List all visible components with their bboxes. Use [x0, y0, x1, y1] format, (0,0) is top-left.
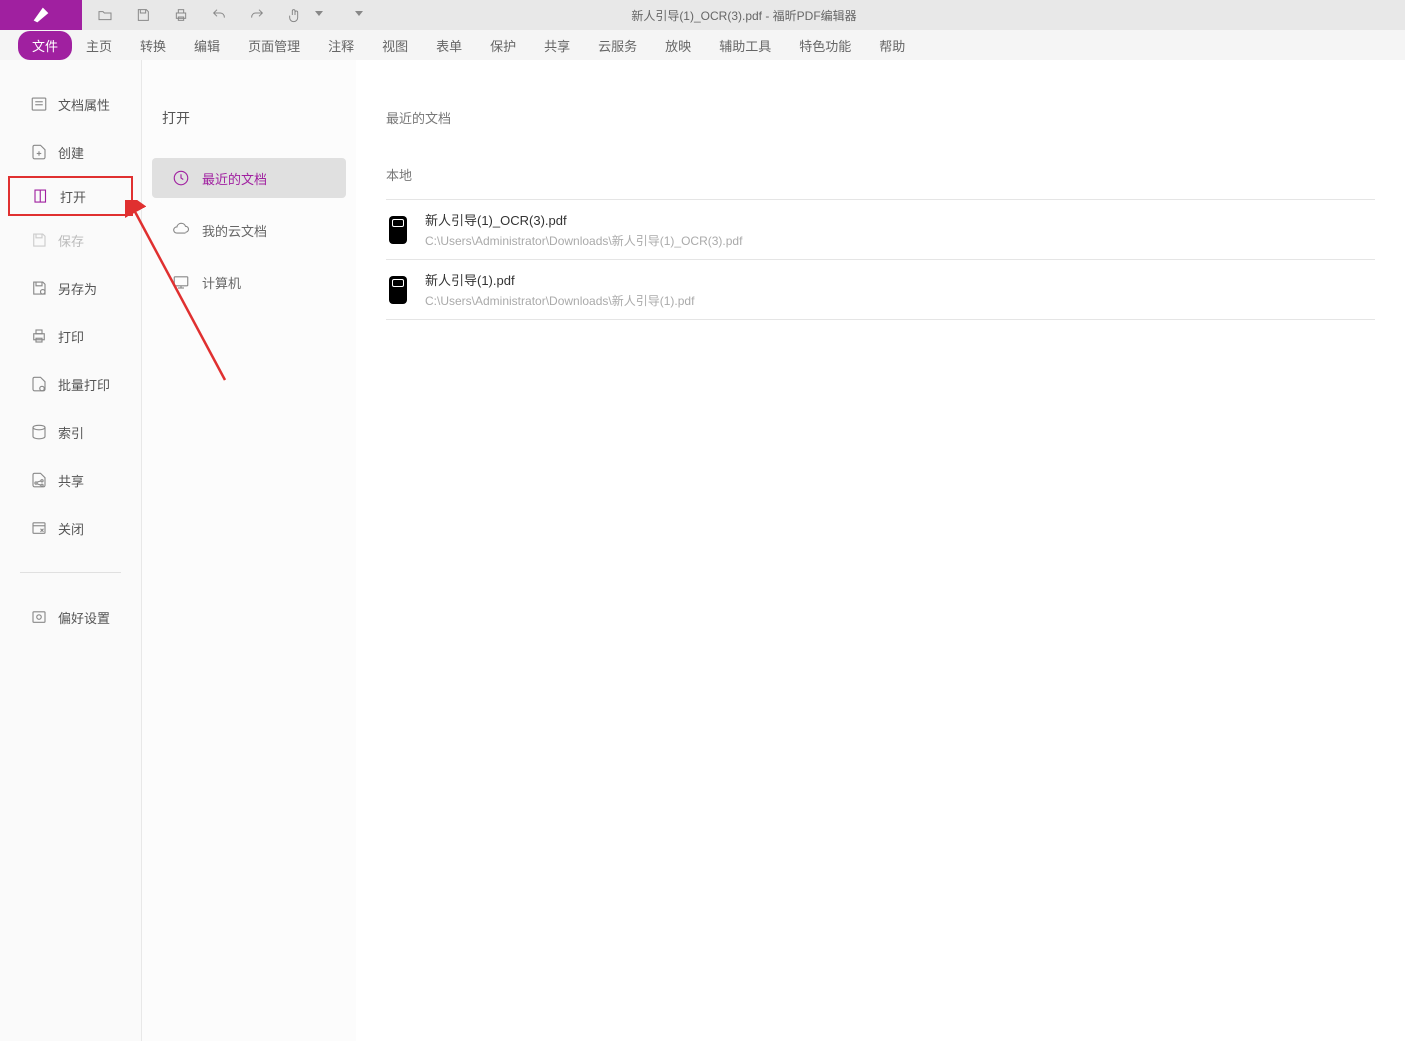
- sidebar-item-label: 打开: [60, 187, 86, 206]
- save-icon[interactable]: [135, 7, 151, 23]
- open-item-label: 我的云文档: [202, 221, 267, 240]
- open-item-label: 计算机: [202, 273, 241, 292]
- folder-open-icon[interactable]: [97, 7, 113, 23]
- sidebar-item-label: 批量打印: [58, 375, 110, 394]
- titlebar: 新人引导(1)_OCR(3).pdf - 福昕PDF编辑器: [0, 0, 1405, 30]
- document-info: 新人引导(1)_OCR(3).pdf C:\Users\Administrato…: [425, 210, 1375, 249]
- tab-home[interactable]: 主页: [72, 31, 126, 60]
- open-icon: [32, 187, 50, 205]
- create-icon: [30, 143, 48, 161]
- index-icon: [30, 423, 48, 441]
- properties-icon: [30, 95, 48, 113]
- tab-accessibility[interactable]: 辅助工具: [705, 31, 785, 60]
- ribbon-tabs: 文件 主页 转换 编辑 页面管理 注释 视图 表单 保护 共享 云服务 放映 辅…: [0, 30, 1405, 60]
- print-icon[interactable]: [173, 7, 189, 23]
- sidebar-item-label: 保存: [58, 231, 84, 250]
- tab-features[interactable]: 特色功能: [785, 31, 865, 60]
- open-panel-title: 打开: [142, 108, 356, 128]
- open-item-computer[interactable]: 计算机: [152, 262, 346, 302]
- sidebar-item-label: 偏好设置: [58, 608, 110, 627]
- sidebar-item-label: 索引: [58, 423, 84, 442]
- tab-present[interactable]: 放映: [651, 31, 705, 60]
- document-name: 新人引导(1)_OCR(3).pdf: [425, 210, 1375, 229]
- computer-icon: [172, 273, 190, 291]
- document-list-item[interactable]: 新人引导(1).pdf C:\Users\Administrator\Downl…: [386, 260, 1375, 320]
- print-menu-icon: [30, 327, 48, 345]
- tab-protect[interactable]: 保护: [476, 31, 530, 60]
- open-item-recent[interactable]: 最近的文档: [152, 158, 346, 198]
- sidebar-item-label: 创建: [58, 143, 84, 162]
- tab-form[interactable]: 表单: [422, 31, 476, 60]
- sidebar-item-preferences[interactable]: 偏好设置: [0, 593, 141, 641]
- tab-convert[interactable]: 转换: [126, 31, 180, 60]
- document-path: C:\Users\Administrator\Downloads\新人引导(1)…: [425, 232, 1375, 249]
- sidebar-item-print[interactable]: 打印: [0, 312, 141, 360]
- app-logo: [0, 0, 82, 30]
- sidebar-item-label: 文档属性: [58, 95, 110, 114]
- sidebar-item-label: 关闭: [58, 519, 84, 538]
- sidebar-item-share[interactable]: 共享: [0, 456, 141, 504]
- close-menu-icon: [30, 519, 48, 537]
- tab-share[interactable]: 共享: [530, 31, 584, 60]
- open-panel: 打开 最近的文档 我的云文档 计算机: [142, 60, 356, 1041]
- save-disabled-icon: [30, 231, 48, 249]
- document-name: 新人引导(1).pdf: [425, 270, 1375, 289]
- document-list-item[interactable]: 新人引导(1)_OCR(3).pdf C:\Users\Administrato…: [386, 200, 1375, 260]
- undo-icon[interactable]: [211, 7, 227, 23]
- sidebar-item-label: 共享: [58, 471, 84, 490]
- pdf-file-icon: [389, 276, 407, 304]
- tab-page-manage[interactable]: 页面管理: [234, 31, 314, 60]
- hand-dropdown-icon[interactable]: [315, 11, 323, 19]
- hand-icon[interactable]: [287, 7, 303, 23]
- document-path: C:\Users\Administrator\Downloads\新人引导(1)…: [425, 292, 1375, 309]
- file-sidebar: 文档属性 创建 打开 保存 另存为 打印 批量打印 索引: [0, 60, 142, 1041]
- sidebar-item-save: 保存: [0, 216, 141, 264]
- sidebar-item-properties[interactable]: 文档属性: [0, 80, 141, 128]
- sidebar-item-batchprint[interactable]: 批量打印: [0, 360, 141, 408]
- quick-access-toolbar: [82, 7, 363, 23]
- tab-annotate[interactable]: 注释: [314, 31, 368, 60]
- sidebar-item-saveas[interactable]: 另存为: [0, 264, 141, 312]
- open-item-label: 最近的文档: [202, 169, 267, 188]
- tab-edit[interactable]: 编辑: [180, 31, 234, 60]
- sidebar-item-close[interactable]: 关闭: [0, 504, 141, 552]
- sidebar-item-label: 打印: [58, 327, 84, 346]
- recent-docs-title: 最近的文档: [386, 108, 1375, 127]
- document-info: 新人引导(1).pdf C:\Users\Administrator\Downl…: [425, 270, 1375, 309]
- sidebar-item-index[interactable]: 索引: [0, 408, 141, 456]
- window-title: 新人引导(1)_OCR(3).pdf - 福昕PDF编辑器: [363, 7, 1405, 24]
- saveas-icon: [30, 279, 48, 297]
- batchprint-icon: [30, 375, 48, 393]
- clock-icon: [172, 169, 190, 187]
- content-area: 最近的文档 本地 新人引导(1)_OCR(3).pdf C:\Users\Adm…: [356, 60, 1405, 1041]
- tab-cloud[interactable]: 云服务: [584, 31, 651, 60]
- tab-view[interactable]: 视图: [368, 31, 422, 60]
- tab-help[interactable]: 帮助: [865, 31, 919, 60]
- sidebar-item-label: 另存为: [58, 279, 97, 298]
- tab-file[interactable]: 文件: [18, 31, 72, 60]
- redo-icon[interactable]: [249, 7, 265, 23]
- main-content: 文档属性 创建 打开 保存 另存为 打印 批量打印 索引: [0, 60, 1405, 1041]
- local-section-label: 本地: [386, 165, 1375, 184]
- sidebar-item-open[interactable]: 打开: [8, 176, 133, 216]
- cloud-icon: [172, 221, 190, 239]
- pdf-file-icon: [389, 216, 407, 244]
- qat-dropdown-icon[interactable]: [355, 11, 363, 19]
- document-list: 新人引导(1)_OCR(3).pdf C:\Users\Administrato…: [386, 199, 1375, 320]
- preferences-icon: [30, 608, 48, 626]
- share-menu-icon: [30, 471, 48, 489]
- sidebar-item-create[interactable]: 创建: [0, 128, 141, 176]
- open-item-cloud[interactable]: 我的云文档: [152, 210, 346, 250]
- sidebar-divider: [20, 572, 121, 573]
